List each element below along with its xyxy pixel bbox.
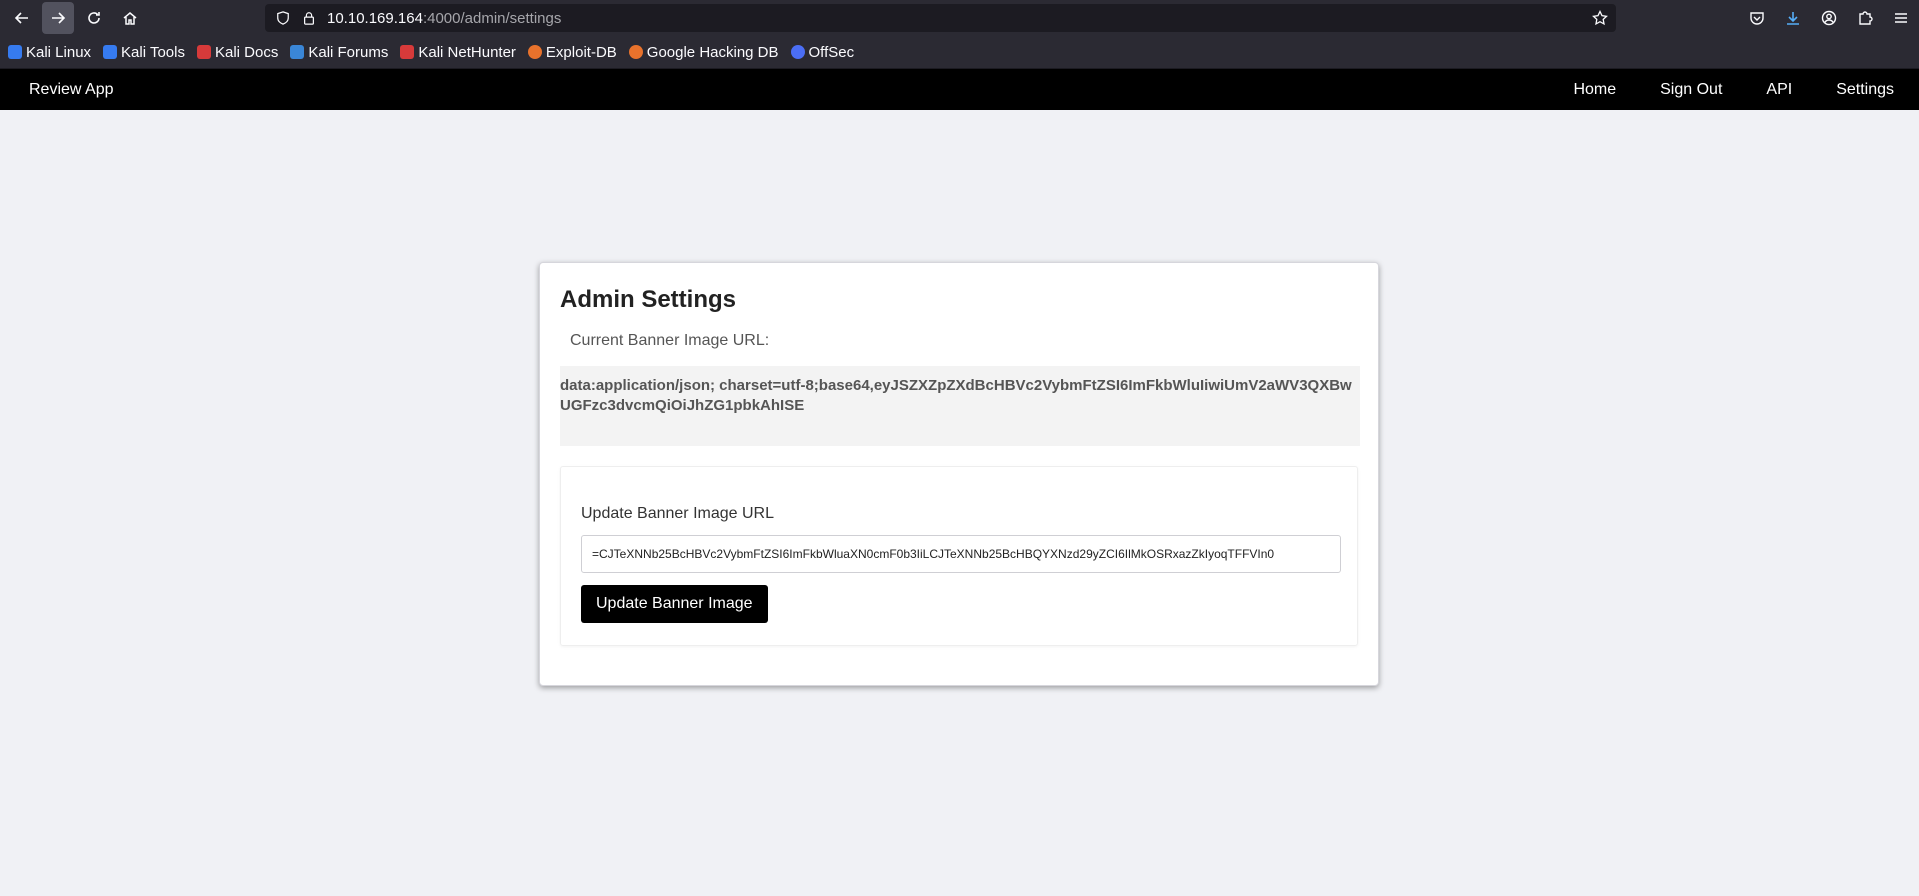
reload-button[interactable] [78,2,110,34]
hamburger-menu-icon [1895,13,1907,23]
kali-linux-icon [8,45,22,59]
downloads-button[interactable] [1775,0,1811,36]
url-path: :4000/admin/settings [422,9,562,27]
update-banner-button[interactable]: Update Banner Image [581,585,768,623]
update-banner-label: Update Banner Image URL [581,505,774,522]
nav-settings[interactable]: Settings [1836,81,1894,99]
forward-button[interactable] [42,2,74,34]
bookmark-label: OffSec [808,43,855,61]
pocket-button[interactable] [1739,0,1775,36]
bookmark-offsec[interactable]: OffSec [790,43,855,61]
bookmark-label: Kali Tools [121,43,185,61]
bookmark-exploit-db[interactable]: Exploit-DB [527,43,617,61]
banner-url-input[interactable] [581,535,1341,573]
kali-forums-icon [290,45,305,59]
url-text: 10.10.169.164:4000/admin/settings [327,10,561,27]
admin-settings-card: Admin Settings Current Banner Image URL:… [539,262,1379,686]
page-title: Admin Settings [560,286,737,313]
bookmark-label: Google Hacking DB [646,43,779,61]
back-button[interactable] [6,2,38,34]
puzzle-icon [1859,11,1873,25]
bookmarks-bar: Kali Linux Kali Tools Kali Docs Kali For… [0,36,1919,69]
download-icon [1787,12,1799,25]
star-icon [1592,9,1608,26]
browser-toolbar: 10.10.169.164:4000/admin/settings [0,0,1919,36]
google-hacking-db-icon [628,45,643,59]
url-host: 10.10.169.164 [327,9,423,27]
account-button[interactable] [1811,0,1847,36]
reload-icon [88,12,100,24]
pocket-icon [1750,12,1764,25]
url-bar[interactable]: 10.10.169.164:4000/admin/settings [265,4,1616,32]
bookmark-kali-tools[interactable]: Kali Tools [103,44,185,61]
bookmark-kali-linux[interactable]: Kali Linux [8,44,91,61]
bookmark-label: Exploit-DB [545,43,617,61]
nav-home[interactable]: Home [1573,81,1616,99]
nav-api[interactable]: API [1766,81,1792,99]
arrow-left-icon [14,12,28,24]
current-banner-label: Current Banner Image URL: [570,332,770,349]
nav-sign-out[interactable]: Sign Out [1660,81,1722,99]
app-navbar: Review App Home Sign Out API Settings [0,69,1919,110]
account-icon [1821,10,1837,26]
bookmark-kali-docs[interactable]: Kali Docs [196,43,279,61]
bookmark-star-button[interactable] [1592,9,1608,26]
home-icon [123,12,137,25]
update-banner-form: Update Banner Image URL Update Banner Im… [560,466,1358,646]
kali-nethunter-icon [400,45,415,59]
shield-icon[interactable] [275,10,291,26]
app-nav-links: Home Sign Out API Settings [1529,69,1894,110]
arrow-right-icon [52,12,66,24]
toolbar-right [1739,0,1919,36]
exploit-db-icon [527,45,542,59]
bookmark-google-hacking-db[interactable]: Google Hacking DB [628,43,779,61]
bookmark-kali-nethunter[interactable]: Kali NetHunter [400,44,516,61]
home-button[interactable] [114,2,146,34]
app-brand[interactable]: Review App [29,81,114,99]
bookmark-label: Kali Docs [214,43,279,61]
bookmark-label: Kali Linux [26,43,92,61]
menu-button[interactable] [1883,0,1919,36]
offsec-icon [790,45,805,59]
kali-docs-icon [196,45,211,59]
current-banner-value: data:application/json; charset=utf-8;bas… [560,366,1360,446]
kali-tools-icon [103,45,118,59]
lock-icon[interactable] [301,10,317,26]
bookmark-label: Kali NetHunter [418,43,516,61]
bookmark-kali-forums[interactable]: Kali Forums [290,44,388,61]
bookmark-label: Kali Forums [308,43,389,61]
extensions-button[interactable] [1847,0,1883,36]
